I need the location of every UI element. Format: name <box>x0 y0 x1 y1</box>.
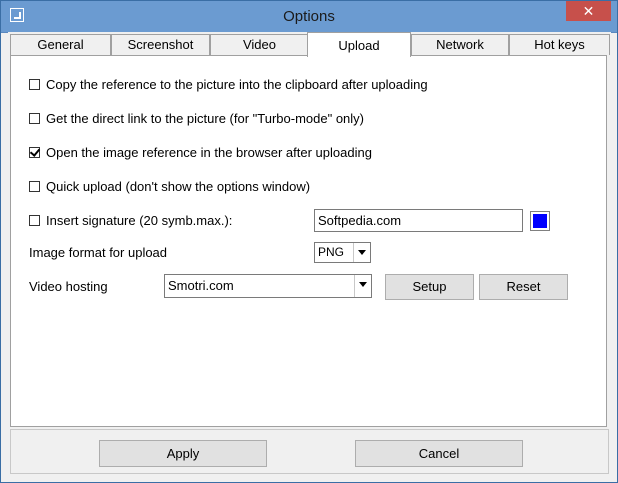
copy-reference-option[interactable]: Copy the reference to the picture into t… <box>29 76 428 94</box>
apply-button[interactable]: Apply <box>99 440 267 467</box>
copy-reference-checkbox[interactable] <box>29 79 40 90</box>
direct-link-option[interactable]: Get the direct link to the picture (for … <box>29 110 364 128</box>
image-format-select[interactable]: PNG <box>314 242 371 263</box>
setup-button[interactable]: Setup <box>385 274 474 300</box>
insert-signature-option[interactable]: Insert signature (20 symb.max.): <box>29 212 232 230</box>
close-button[interactable]: ✕ <box>566 1 611 21</box>
window-title: Options <box>283 8 335 25</box>
quick-upload-checkbox[interactable] <box>29 181 40 192</box>
title-bar[interactable]: Options ✕ <box>1 1 617 33</box>
open-in-browser-label: Open the image reference in the browser … <box>46 145 372 160</box>
insert-signature-checkbox[interactable] <box>29 215 40 226</box>
tab-upload[interactable]: Upload <box>307 32 411 57</box>
cancel-button[interactable]: Cancel <box>355 440 523 467</box>
tab-general[interactable]: General <box>10 34 111 55</box>
tab-network[interactable]: Network <box>411 34 509 55</box>
insert-signature-label: Insert signature (20 symb.max.): <box>46 213 233 228</box>
image-format-label: Image format for upload <box>29 245 168 260</box>
tab-video[interactable]: Video <box>210 34 309 55</box>
image-format-value: PNG <box>318 245 345 259</box>
signature-color-fill <box>533 214 547 228</box>
options-window: Options ✕ General Screenshot Video Uploa… <box>0 0 618 483</box>
signature-color-button[interactable] <box>530 211 550 231</box>
tab-strip: General Screenshot Video Upload Network … <box>8 32 611 57</box>
open-in-browser-option[interactable]: Open the image reference in the browser … <box>29 144 372 162</box>
video-hosting-label: Video hosting <box>29 279 108 294</box>
copy-reference-label: Copy the reference to the picture into t… <box>46 77 428 92</box>
quick-upload-option[interactable]: Quick upload (don't show the options win… <box>29 178 310 196</box>
direct-link-label: Get the direct link to the picture (for … <box>46 111 364 126</box>
dialog-button-bar: Apply Cancel <box>10 429 609 474</box>
chevron-down-icon[interactable] <box>353 243 370 262</box>
tab-screenshot[interactable]: Screenshot <box>111 34 210 55</box>
upload-panel: Copy the reference to the picture into t… <box>10 55 607 427</box>
video-hosting-select[interactable]: Smotri.com <box>164 274 372 298</box>
open-in-browser-checkbox[interactable] <box>29 147 40 158</box>
direct-link-checkbox[interactable] <box>29 113 40 124</box>
quick-upload-label: Quick upload (don't show the options win… <box>46 179 311 194</box>
options-frame: General Screenshot Video Upload Network … <box>8 32 611 476</box>
signature-input[interactable]: Softpedia.com <box>314 209 523 232</box>
chevron-down-icon[interactable] <box>354 275 371 297</box>
tab-hot-keys[interactable]: Hot keys <box>509 34 610 55</box>
video-hosting-value: Smotri.com <box>168 278 234 293</box>
reset-button[interactable]: Reset <box>479 274 568 300</box>
